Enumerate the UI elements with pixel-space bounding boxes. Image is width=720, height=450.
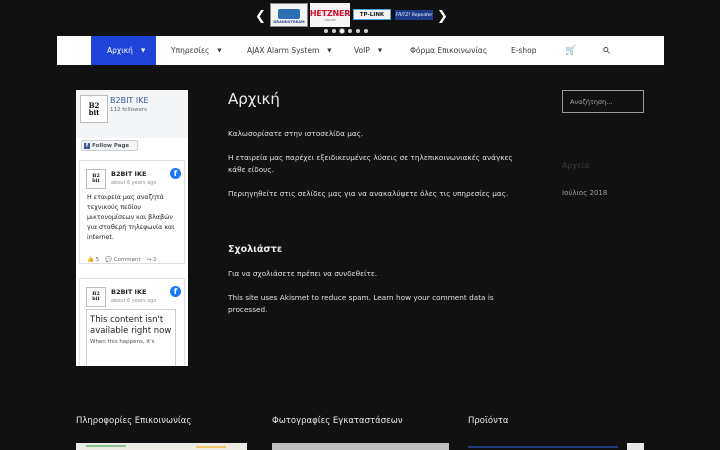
notice-subtitle: When this happens, it's [90, 339, 155, 345]
chevron-down-icon: ▼ [327, 47, 332, 54]
browse-paragraph: Περιηγηθείτε στις σελίδες μας για να ανα… [228, 189, 509, 198]
facebook-icon[interactable]: f [170, 286, 181, 297]
grandstream-logo-text: GRANDSTREAM [273, 19, 305, 24]
notice-title: This content isn't available right now [90, 315, 172, 336]
facebook-page-name[interactable]: B2BIT IKE [110, 96, 149, 105]
nav-item-home[interactable]: Αρχική ▼ [91, 36, 156, 65]
map-road [86, 445, 126, 447]
post-time[interactable]: about 6 years ago [111, 180, 156, 186]
company-paragraph: Η εταιρεία μας παρέχει εξειδικευμένες λύ… [228, 153, 513, 174]
brand-carousel: ❮ GRANDSTREAM HETZNER ONLINE TP-LINK FRI… [252, 2, 452, 36]
follow-page-button[interactable]: f Follow Page [81, 140, 138, 151]
post-text: Η εταιρεία μας αναζητά τεχνικούς πεδίου … [87, 194, 175, 241]
chevron-down-icon: ▼ [217, 47, 222, 54]
welcome-paragraph: Καλωσορίσατε στην ιστοσελίδα μας. [228, 129, 364, 138]
grandstream-logo[interactable]: GRANDSTREAM [270, 3, 308, 27]
hetzner-logo-sub: ONLINE [324, 17, 336, 22]
follow-page-label: Follow Page [92, 142, 130, 149]
search-glyph: ⚲ [601, 44, 614, 57]
search-input[interactable] [562, 90, 644, 113]
archive-heading: Αρχεία [562, 161, 590, 170]
fritz-logo[interactable]: FRITZ! Repeater [395, 10, 433, 20]
avatar[interactable]: B2 bit [80, 95, 108, 123]
product-link[interactable] [468, 443, 618, 450]
facebook-followers: 112 followers [110, 107, 147, 113]
chevron-down-icon: ▼ [140, 47, 146, 54]
carousel-dot[interactable] [348, 29, 352, 33]
chevron-right-icon[interactable]: ❯ [437, 10, 448, 24]
nav-item-contact-form[interactable]: Φόρμα Επικοινωνίας [410, 36, 487, 65]
carousel-dot[interactable] [356, 29, 360, 33]
facebook-page-widget[interactable]: B2 bit B2BIT IKE 112 followers f Follow … [76, 90, 188, 366]
facebook-post[interactable]: B2 bit B2BIT IKE about 6 years ago f Η ε… [79, 160, 185, 264]
facebook-icon: f [84, 142, 90, 149]
nav-item-label: AJAX Alarm System [247, 46, 320, 55]
nav-item-voip[interactable]: VoIP ▼ [354, 36, 382, 65]
post-time[interactable]: about 6 years ago [111, 298, 156, 304]
nav-item-label: Αρχική [107, 46, 133, 55]
hetzner-logo[interactable]: HETZNER ONLINE [310, 3, 350, 27]
facebook-widget-header: B2 bit B2BIT IKE 112 followers f Follow … [76, 90, 188, 151]
comments-heading: Σχολιάστε [228, 244, 283, 255]
login-notice: Για να σχολιάσετε πρέπει να συνδεθείτε. [228, 269, 378, 278]
carousel-dot[interactable] [364, 29, 368, 33]
nav-item-label: VoIP [354, 46, 370, 55]
main-navigation: Αρχική ▼ Υπηρεσίες ▼ AJAX Alarm System ▼… [57, 36, 664, 65]
grandstream-mark [278, 8, 300, 19]
footer-contact-title: Πληροφορίες Επικοινωνίας [76, 416, 192, 426]
footer-photos-title: Φωτογραφίες Εγκαταστάσεων [272, 416, 403, 426]
carousel-dot[interactable] [340, 29, 344, 33]
avatar[interactable]: B2 bit [86, 287, 106, 307]
cart-glyph: 🛒 [565, 45, 577, 56]
nav-item-ajax-alarm[interactable]: AJAX Alarm System ▼ [247, 36, 332, 65]
installation-photo[interactable] [272, 443, 449, 450]
carousel-dot[interactable] [324, 29, 328, 33]
likes-count[interactable]: 👍 5 [87, 257, 99, 263]
comment-label: Comment [113, 257, 141, 263]
chevron-left-icon[interactable]: ❮ [255, 10, 266, 24]
carousel-dot[interactable] [332, 29, 336, 33]
contact-map[interactable] [76, 443, 247, 450]
page-title: Αρχική [228, 90, 280, 108]
hetzner-logo-text: HETZNER [310, 8, 350, 18]
product-link-text [468, 446, 618, 448]
facebook-post[interactable]: B2 bit B2BIT IKE about 6 years ago f Thi… [79, 278, 185, 366]
archive-link-july-2018[interactable]: Ιούλιος 2018 [562, 189, 607, 197]
shares-value: 2 [153, 257, 157, 263]
product-thumbnail[interactable] [627, 443, 644, 450]
post-stats: 👍 5 💬 Comment ↪ 2 [87, 257, 157, 263]
facebook-icon[interactable]: f [170, 168, 181, 179]
cart-icon[interactable]: 🛒 [565, 36, 576, 65]
akismet-notice[interactable]: This site uses Akismet to reduce spam. L… [228, 292, 498, 316]
nav-item-label: E-shop [511, 46, 537, 55]
comment-button[interactable]: 💬 Comment [105, 257, 141, 263]
search-icon[interactable]: ⚲ [601, 36, 614, 65]
nav-item-eshop[interactable]: E-shop [511, 36, 536, 65]
likes-value: 5 [95, 257, 100, 263]
nav-item-services[interactable]: Υπηρεσίες ▼ [171, 36, 222, 65]
nav-item-label: Φόρμα Επικοινωνίας [410, 46, 488, 55]
tplink-logo[interactable]: TP-LINK [353, 9, 391, 20]
content-unavailable-notice: This content isn't available right now W… [86, 309, 176, 366]
map-road [196, 446, 226, 448]
post-author[interactable]: B2BIT IKE [111, 288, 146, 296]
nav-item-label: Υπηρεσίες [171, 46, 210, 55]
chevron-down-icon: ▼ [377, 47, 383, 54]
post-author[interactable]: B2BIT IKE [111, 170, 146, 178]
avatar[interactable]: B2 bit [86, 169, 106, 189]
footer-products-title: Προϊόντα [468, 416, 509, 426]
carousel-dots [324, 29, 368, 33]
shares-count[interactable]: ↪ 2 [147, 257, 157, 263]
